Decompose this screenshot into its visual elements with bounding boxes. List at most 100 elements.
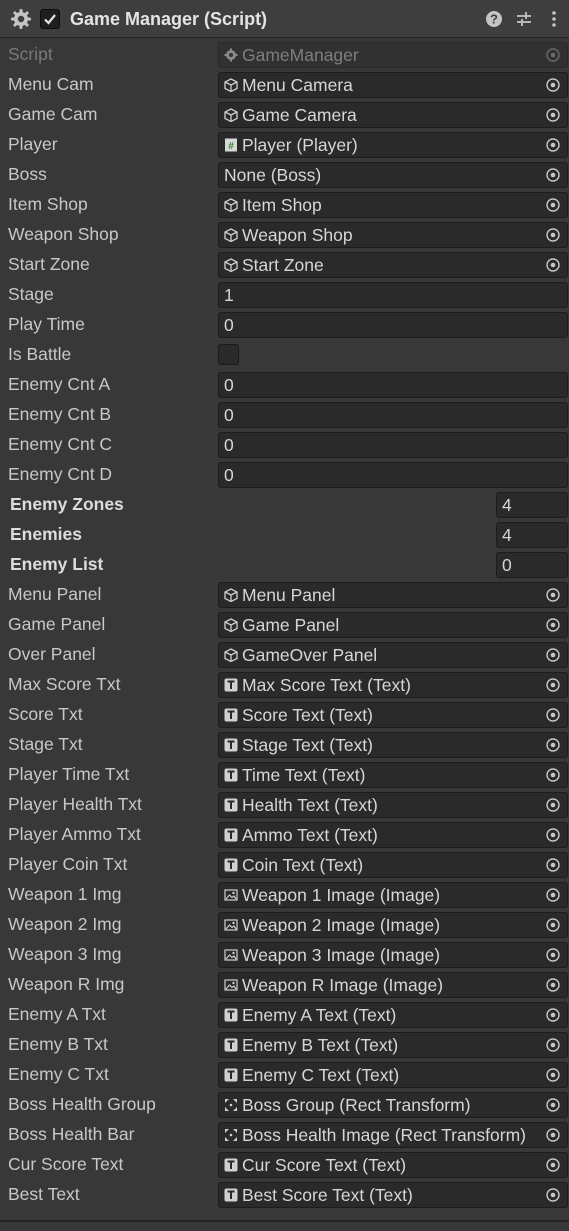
- property-row-item-shop: Item Shop Item Shop: [0, 190, 569, 220]
- object-picker-icon[interactable]: [539, 883, 567, 907]
- property-label-enemies[interactable]: Enemies: [10, 524, 82, 545]
- cur-score-text-field[interactable]: Cur Score Text (Text): [218, 1152, 568, 1178]
- property-row-menu-cam: Menu Cam Menu Camera: [0, 70, 569, 100]
- preset-icon[interactable]: [514, 9, 534, 29]
- object-picker-icon[interactable]: [539, 793, 567, 817]
- enemy-cnt-d-field[interactable]: 0: [218, 462, 568, 488]
- stage-txt-field[interactable]: Stage Text (Text): [218, 732, 568, 758]
- property-row-weapon-r-img: Weapon R Img Weapon R Image (Image): [0, 970, 569, 1000]
- object-picker-icon[interactable]: [539, 733, 567, 757]
- property-row-enemy-cnt-c: Enemy Cnt C 0: [0, 430, 569, 460]
- object-picker-icon[interactable]: [539, 1123, 567, 1147]
- player-field[interactable]: # Player (Player): [218, 132, 568, 158]
- weapon-r-img-field[interactable]: Weapon R Image (Image): [218, 972, 568, 998]
- game-panel-field[interactable]: Game Panel: [218, 612, 568, 638]
- boss-health-bar-field[interactable]: Boss Health Image (Rect Transform): [218, 1122, 568, 1148]
- menu-cam-field[interactable]: Menu Camera: [218, 72, 568, 98]
- enemy-b-txt-field[interactable]: Enemy B Text (Text): [218, 1032, 568, 1058]
- image-component-icon: [224, 888, 238, 902]
- object-picker-icon[interactable]: [539, 643, 567, 667]
- player-health-txt-field[interactable]: Health Text (Text): [218, 792, 568, 818]
- weapon-shop-field[interactable]: Weapon Shop: [218, 222, 568, 248]
- object-picker-icon[interactable]: [539, 193, 567, 217]
- score-txt-field[interactable]: Score Text (Text): [218, 702, 568, 728]
- player-ammo-txt-field[interactable]: Ammo Text (Text): [218, 822, 568, 848]
- object-picker-icon[interactable]: [539, 103, 567, 127]
- script-value: GameManager: [242, 45, 359, 65]
- stage-field[interactable]: 1: [218, 282, 568, 308]
- enemy-cnt-a-value: 0: [224, 375, 234, 395]
- boss-field[interactable]: None (Boss): [218, 162, 568, 188]
- object-picker-icon[interactable]: [539, 133, 567, 157]
- play-time-value: 0: [224, 315, 234, 335]
- more-options-icon[interactable]: [544, 9, 564, 29]
- object-picker-icon[interactable]: [539, 853, 567, 877]
- weapon-1-img-field[interactable]: Weapon 1 Image (Image): [218, 882, 568, 908]
- enable-component-checkbox[interactable]: [40, 9, 60, 29]
- object-picker-icon[interactable]: [539, 73, 567, 97]
- object-picker-icon[interactable]: [539, 163, 567, 187]
- object-picker-icon[interactable]: [539, 1033, 567, 1057]
- enemy-cnt-b-field[interactable]: 0: [218, 402, 568, 428]
- component-title[interactable]: Game Manager (Script): [70, 9, 267, 30]
- weapon-3-img-field[interactable]: Weapon 3 Image (Image): [218, 942, 568, 968]
- player-coin-txt-field[interactable]: Coin Text (Text): [218, 852, 568, 878]
- property-label-enemy-list[interactable]: Enemy List: [10, 554, 103, 575]
- property-label-enemy-cnt-b: Enemy Cnt B: [8, 404, 112, 424]
- max-score-txt-field[interactable]: Max Score Text (Text): [218, 672, 568, 698]
- image-component-icon: [224, 978, 238, 992]
- object-picker-icon[interactable]: [539, 1003, 567, 1027]
- object-picker-icon[interactable]: [539, 253, 567, 277]
- object-picker-icon[interactable]: [539, 1183, 567, 1207]
- game-cam-field[interactable]: Game Camera: [218, 102, 568, 128]
- over-panel-field[interactable]: GameOver Panel: [218, 642, 568, 668]
- text-component-icon: [224, 798, 238, 812]
- is-battle-checkbox[interactable]: [218, 344, 239, 365]
- best-text-field[interactable]: Best Score Text (Text): [218, 1182, 568, 1208]
- object-picker-icon[interactable]: [539, 913, 567, 937]
- object-picker-icon[interactable]: [539, 703, 567, 727]
- svg-text:?: ?: [490, 12, 498, 27]
- script-gear-icon: [224, 48, 238, 62]
- start-zone-value: Start Zone: [242, 255, 324, 275]
- play-time-field[interactable]: 0: [218, 312, 568, 338]
- object-picker-icon[interactable]: [539, 1063, 567, 1087]
- rect-transform-icon: [224, 1128, 238, 1142]
- menu-panel-field[interactable]: Menu Panel: [218, 582, 568, 608]
- enemy-cnt-c-field[interactable]: 0: [218, 432, 568, 458]
- help-icon[interactable]: ?: [484, 9, 504, 29]
- object-picker-icon[interactable]: [539, 973, 567, 997]
- object-picker-icon[interactable]: [539, 1093, 567, 1117]
- object-picker-icon[interactable]: [539, 223, 567, 247]
- property-label-player-health-txt: Player Health Txt: [8, 794, 142, 814]
- object-picker-icon[interactable]: [539, 673, 567, 697]
- enemy-zones-size-field[interactable]: 4: [496, 492, 568, 518]
- object-picker-icon[interactable]: [539, 583, 567, 607]
- enemy-cnt-a-field[interactable]: 0: [218, 372, 568, 398]
- cur-score-text-value: Cur Score Text (Text): [242, 1155, 407, 1175]
- text-component-icon: [224, 858, 238, 872]
- property-row-weapon-1-img: Weapon 1 Img Weapon 1 Image (Image): [0, 880, 569, 910]
- object-picker-icon: [539, 43, 567, 67]
- rect-transform-icon: [224, 1098, 238, 1112]
- property-label-enemy-cnt-c: Enemy Cnt C: [8, 434, 113, 454]
- boss-health-group-field[interactable]: Boss Group (Rect Transform): [218, 1092, 568, 1118]
- property-label-enemy-zones[interactable]: Enemy Zones: [10, 494, 124, 515]
- enemy-list-size-field[interactable]: 0: [496, 552, 568, 578]
- property-label-script: Script: [8, 44, 53, 64]
- enemies-size-field[interactable]: 4: [496, 522, 568, 548]
- object-picker-icon[interactable]: [539, 763, 567, 787]
- start-zone-field[interactable]: Start Zone: [218, 252, 568, 278]
- object-picker-icon[interactable]: [539, 823, 567, 847]
- object-picker-icon[interactable]: [539, 1153, 567, 1177]
- item-shop-field[interactable]: Item Shop: [218, 192, 568, 218]
- weapon-2-img-field[interactable]: Weapon 2 Image (Image): [218, 912, 568, 938]
- game-panel-value: Game Panel: [242, 615, 340, 635]
- enemy-a-txt-field[interactable]: Enemy A Text (Text): [218, 1002, 568, 1028]
- property-row-script: Script GameManager: [0, 40, 569, 70]
- enemy-c-txt-field[interactable]: Enemy C Text (Text): [218, 1062, 568, 1088]
- player-time-txt-field[interactable]: Time Text (Text): [218, 762, 568, 788]
- weapon-1-img-value: Weapon 1 Image (Image): [242, 885, 441, 905]
- object-picker-icon[interactable]: [539, 943, 567, 967]
- object-picker-icon[interactable]: [539, 613, 567, 637]
